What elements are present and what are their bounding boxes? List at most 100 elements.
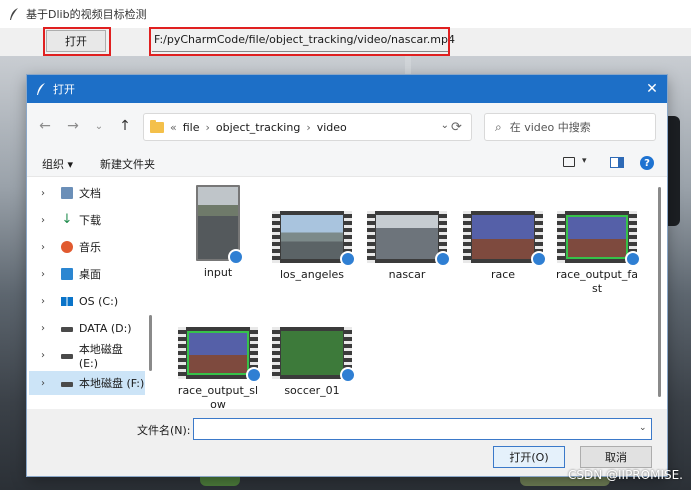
file-list: input los_angeles nascar race race_outpu… xyxy=(159,177,657,412)
file-name: los_angeles xyxy=(279,268,345,281)
play-badge-icon xyxy=(340,251,356,267)
document-icon xyxy=(61,187,73,199)
video-thumbnail xyxy=(557,211,641,267)
breadcrumb-separator: › xyxy=(205,120,210,134)
chevron-right-icon[interactable]: › xyxy=(41,323,53,334)
chevron-right-icon[interactable]: › xyxy=(41,215,53,226)
traffic-image xyxy=(198,187,238,259)
sidebar-item-label: 本地磁盘 (E:) xyxy=(78,342,123,370)
navigation-bar: ← → ⌄ ↑ « file › object_tracking › video… xyxy=(27,103,667,149)
video-thumbnail xyxy=(463,211,547,267)
open-button[interactable]: 打开(O) xyxy=(493,446,565,468)
file-item-nascar[interactable]: nascar xyxy=(365,211,451,282)
preview-pane-icon[interactable] xyxy=(610,157,624,168)
highlight-box xyxy=(149,27,450,56)
command-bar: 组织 ▾ 新建文件夹 ▾ ? xyxy=(27,149,667,177)
chevron-right-icon[interactable]: › xyxy=(41,296,53,307)
running-race-image xyxy=(566,215,628,259)
city-image xyxy=(281,215,343,259)
cancel-button[interactable]: 取消 xyxy=(580,446,652,468)
play-badge-icon xyxy=(340,367,356,383)
sidebar-item-label: DATA (D:) xyxy=(79,321,132,335)
file-item-soccer-01[interactable]: soccer_01 xyxy=(270,327,356,398)
sidebar-item-downloads[interactable]: › ↓ 下载 xyxy=(29,208,145,232)
sidebar-item-drive-f[interactable]: › 本地磁盘 (F:) xyxy=(29,371,145,395)
new-folder-button[interactable]: 新建文件夹 xyxy=(100,156,155,172)
breadcrumb-object-tracking[interactable]: object_tracking xyxy=(216,121,300,134)
windows-drive-icon xyxy=(61,296,73,306)
chevron-down-icon[interactable]: ▾ xyxy=(582,156,587,166)
sidebar-item-label: 本地磁盘 (F:) xyxy=(79,377,145,390)
sidebar-item-label: 下载 xyxy=(79,214,101,227)
sidebar-item-drive-c[interactable]: › OS (C:) xyxy=(29,289,145,313)
sidebar-scrollbar[interactable] xyxy=(149,315,152,371)
chevron-down-icon[interactable]: ⌄ xyxy=(441,120,449,131)
up-arrow-icon[interactable]: ↑ xyxy=(115,117,135,135)
file-item-race-output-slow[interactable]: race_output_slow xyxy=(176,327,262,412)
chevron-right-icon[interactable]: › xyxy=(41,350,53,361)
help-icon[interactable]: ? xyxy=(640,156,654,170)
file-name: nascar xyxy=(388,268,426,281)
close-icon[interactable]: ✕ xyxy=(637,75,667,103)
app-title-bar: 基于Dlib的视频目标检测 xyxy=(0,0,691,28)
chevron-right-icon[interactable]: › xyxy=(41,378,53,389)
folder-icon xyxy=(150,119,164,133)
refresh-icon[interactable]: ⟳ xyxy=(451,120,462,135)
back-arrow-icon[interactable]: ← xyxy=(35,117,55,135)
chevron-down-icon[interactable]: ⌄ xyxy=(639,423,647,433)
address-bar[interactable]: « file › object_tracking › video ⌄ xyxy=(143,113,472,141)
breadcrumb-overflow[interactable]: « xyxy=(170,121,177,134)
sidebar-item-label: 文档 xyxy=(79,187,101,200)
file-item-race[interactable]: race xyxy=(461,211,547,282)
file-list-scrollbar[interactable] xyxy=(658,187,661,397)
feather-icon xyxy=(37,83,45,95)
chevron-right-icon[interactable]: › xyxy=(41,269,53,280)
running-race-image xyxy=(187,331,249,375)
forward-arrow-icon[interactable]: → xyxy=(63,117,83,135)
file-name: soccer_01 xyxy=(284,384,340,397)
breadcrumb-file[interactable]: file xyxy=(183,121,200,134)
play-badge-icon xyxy=(625,251,641,267)
play-badge-icon xyxy=(531,251,547,267)
chevron-right-icon[interactable]: › xyxy=(41,188,53,199)
sidebar-item-music[interactable]: › 音乐 xyxy=(29,235,145,259)
organize-button[interactable]: 组织 ▾ xyxy=(42,156,73,172)
breadcrumb-separator: › xyxy=(306,120,311,134)
sidebar-item-label: 音乐 xyxy=(79,241,101,254)
file-item-input[interactable]: input xyxy=(176,185,260,280)
running-race-image xyxy=(472,215,534,259)
sidebar-item-documents[interactable]: › 文档 xyxy=(29,181,145,205)
dialog-title-bar: 打开 ✕ xyxy=(27,75,667,103)
download-icon: ↓ xyxy=(61,212,73,227)
desktop-icon xyxy=(61,268,73,280)
sidebar-item-drive-d[interactable]: › DATA (D:) xyxy=(29,316,145,340)
video-thumbnail xyxy=(178,327,262,383)
feather-icon xyxy=(10,8,18,20)
play-badge-icon xyxy=(246,367,262,383)
race-track-image xyxy=(376,215,438,259)
sidebar-item-drive-e[interactable]: › 本地磁盘 (E:) xyxy=(29,342,145,370)
recent-locations-icon[interactable]: ⌄ xyxy=(89,117,109,135)
file-item-race-output-fast[interactable]: race_output_fast xyxy=(555,211,641,296)
breadcrumb-video[interactable]: video xyxy=(317,121,347,134)
search-input[interactable]: ⌕ 在 video 中搜索 xyxy=(484,113,656,141)
filename-input[interactable] xyxy=(193,418,652,440)
file-name: input xyxy=(203,266,233,279)
dialog-title: 打开 xyxy=(53,83,75,96)
sidebar-item-label: OS (C:) xyxy=(79,294,119,308)
filename-label: 文件名(N): xyxy=(137,424,191,437)
dialog-footer: 文件名(N): ⌄ 打开(O) 取消 xyxy=(27,409,667,476)
sidebar-item-desktop[interactable]: › 桌面 xyxy=(29,262,145,286)
file-open-dialog: 打开 ✕ ← → ⌄ ↑ « file › object_tracking › … xyxy=(27,75,667,476)
file-item-los-angeles[interactable]: los_angeles xyxy=(270,211,356,282)
video-thumbnail xyxy=(367,211,451,267)
video-thumbnail xyxy=(196,185,244,265)
chevron-right-icon[interactable]: › xyxy=(41,242,53,253)
search-placeholder: 在 video 中搜索 xyxy=(509,121,591,134)
soccer-field-image xyxy=(281,331,343,375)
file-name: race xyxy=(490,268,516,281)
navigation-pane: › 文档 › ↓ 下载 › 音乐 › 桌面 › OS (C:) › DATA (… xyxy=(29,177,147,407)
view-options-icon[interactable] xyxy=(563,157,575,167)
video-thumbnail xyxy=(272,327,356,383)
drive-icon xyxy=(61,381,73,387)
